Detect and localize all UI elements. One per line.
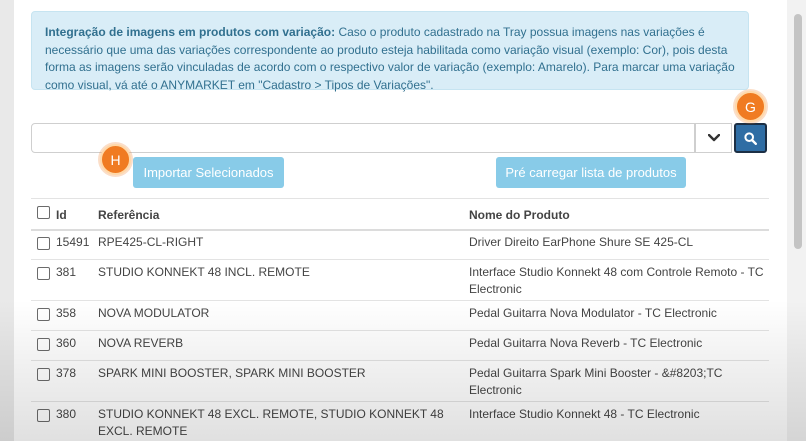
checkbox-icon: [37, 409, 50, 422]
row-reference: STUDIO KONNEKT 48 INCL. REMOTE: [98, 265, 310, 279]
table-row[interactable]: 15491 RPE425-CL-RIGHT Driver Direito Ear…: [31, 230, 769, 260]
table-header: Id Referência Nome do Produto: [31, 198, 769, 231]
select-all-checkbox[interactable]: [37, 206, 50, 224]
row-id: 381: [56, 265, 77, 279]
row-reference: RPE425-CL-RIGHT: [98, 235, 204, 249]
row-product-name: Pedal Guitarra Nova Reverb - TC Electron…: [469, 336, 703, 350]
row-checkbox[interactable]: [37, 338, 50, 356]
step-marker-g: G: [735, 91, 766, 122]
row-product-name: Interface Studio Konnekt 48 - TC Electro…: [469, 407, 700, 421]
product-search-input[interactable]: [31, 123, 695, 153]
table-row[interactable]: 358 NOVA MODULATOR Pedal Guitarra Nova M…: [31, 301, 769, 331]
row-reference: STUDIO KONNEKT 48 EXCL. REMOTE, STUDIO K…: [98, 407, 444, 438]
checkbox-icon: [37, 308, 50, 321]
row-checkbox[interactable]: [37, 409, 50, 427]
scrollbar-thumb[interactable]: [794, 14, 802, 249]
table-row[interactable]: 378 SPARK MINI BOOSTER, SPARK MINI BOOST…: [31, 361, 769, 402]
row-product-name: Interface Studio Konnekt 48 com Controle…: [469, 265, 764, 296]
row-id: 360: [56, 336, 77, 350]
row-id: 15491: [56, 235, 90, 249]
product-search-bar: [31, 123, 769, 154]
chevron-down-icon: [707, 134, 720, 142]
modal-panel: Integração de imagens em produtos com va…: [14, 0, 787, 441]
preload-products-button[interactable]: Pré carregar lista de produtos: [496, 157, 686, 188]
row-reference: SPARK MINI BOOSTER, SPARK MINI BOOSTER: [98, 366, 366, 380]
row-id: 378: [56, 366, 77, 380]
row-checkbox[interactable]: [37, 237, 50, 255]
row-checkbox[interactable]: [37, 308, 50, 326]
variation-images-info-alert: Integração de imagens em produtos com va…: [31, 11, 749, 92]
info-alert-title: Integração de imagens em produtos com va…: [45, 25, 336, 39]
header-reference[interactable]: Referência: [98, 207, 458, 224]
checkbox-icon: [37, 206, 50, 219]
checkbox-icon: [37, 338, 50, 351]
import-selected-button[interactable]: Importar Selecionados: [133, 157, 284, 188]
table-row[interactable]: 380 STUDIO KONNEKT 48 EXCL. REMOTE, STUD…: [31, 402, 769, 441]
search-dropdown-button[interactable]: [695, 123, 732, 153]
header-id[interactable]: Id: [56, 207, 67, 224]
table-row[interactable]: 360 NOVA REVERB Pedal Guitarra Nova Reve…: [31, 331, 769, 361]
row-reference: NOVA MODULATOR: [98, 306, 210, 320]
search-icon: [744, 131, 757, 145]
row-id: 358: [56, 306, 77, 320]
checkbox-icon: [37, 267, 50, 280]
checkbox-icon: [37, 368, 50, 381]
table-row[interactable]: 381 STUDIO KONNEKT 48 INCL. REMOTE Inter…: [31, 260, 769, 301]
row-checkbox[interactable]: [37, 267, 50, 285]
step-marker-h: H: [100, 144, 131, 175]
row-id: 380: [56, 407, 77, 421]
header-product-name[interactable]: Nome do Produto: [469, 207, 769, 224]
row-reference: NOVA REVERB: [98, 336, 184, 350]
row-product-name: Driver Direito EarPhone Shure SE 425-CL: [469, 235, 694, 249]
page-scrollbar[interactable]: [787, 0, 806, 441]
row-checkbox[interactable]: [37, 368, 50, 386]
checkbox-icon: [37, 237, 50, 250]
search-button[interactable]: [734, 123, 767, 153]
row-product-name: Pedal Guitarra Nova Modulator - TC Elect…: [469, 306, 717, 320]
row-product-name: Pedal Guitarra Spark Mini Booster - &#82…: [469, 366, 723, 397]
